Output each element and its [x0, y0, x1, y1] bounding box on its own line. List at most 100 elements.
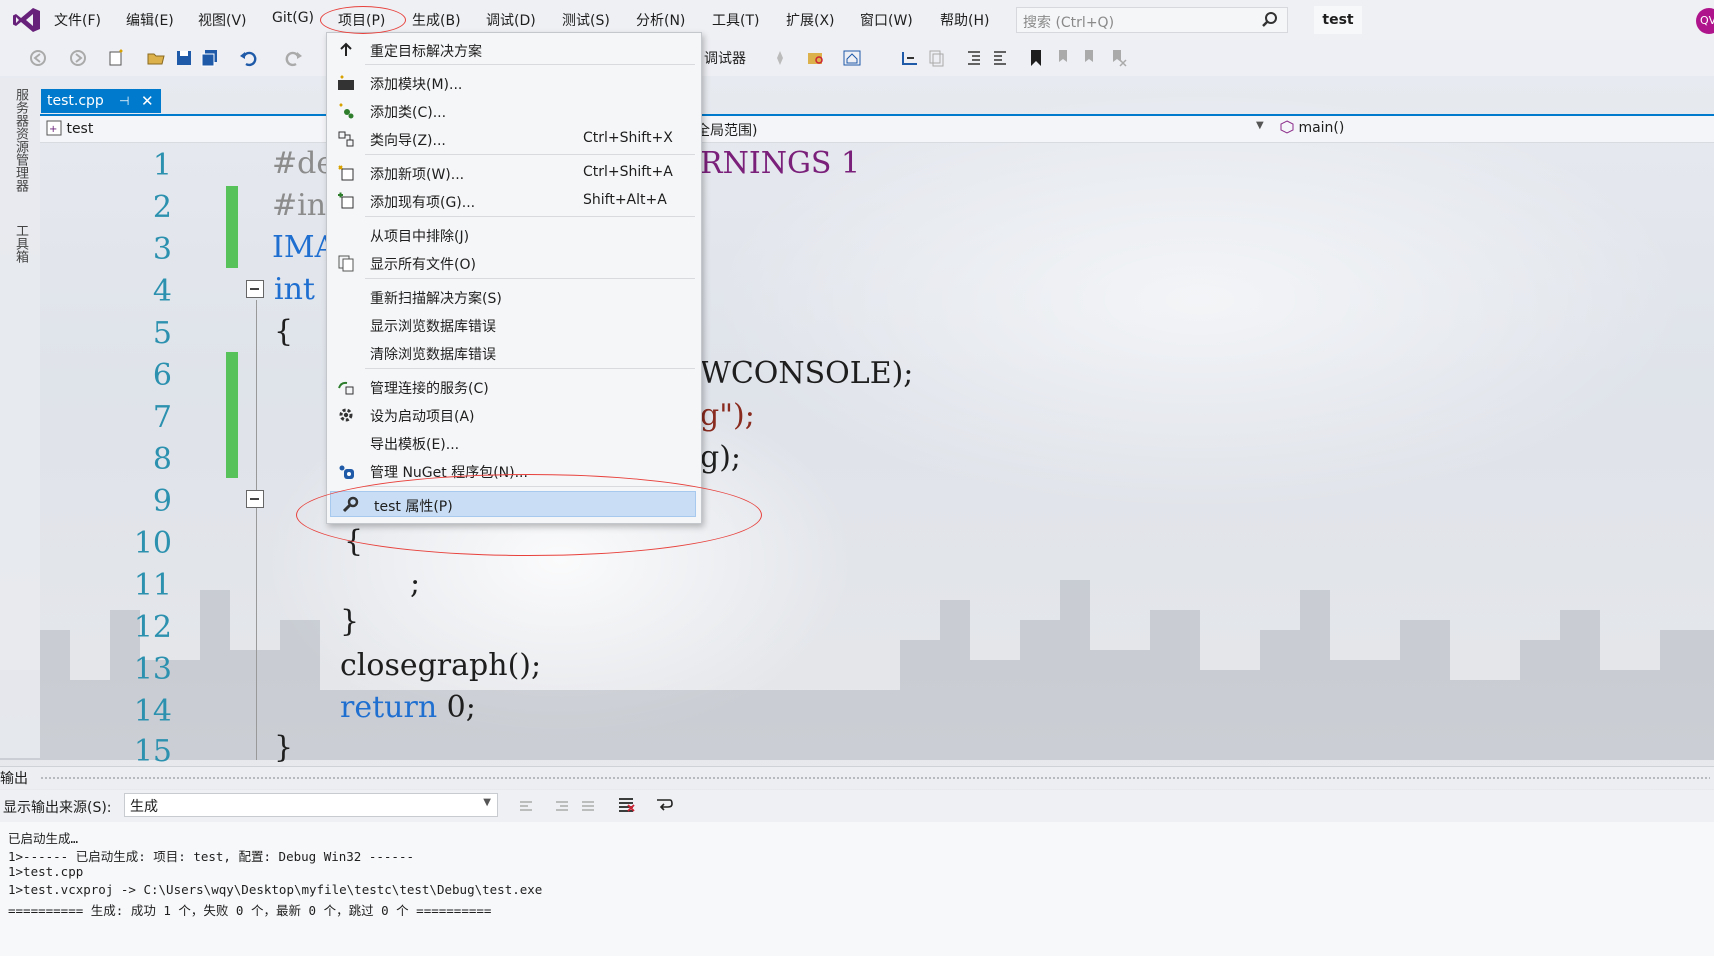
code-line-14[interactable]: return 0; [340, 690, 476, 725]
nuget-icon [339, 465, 354, 479]
menu-separator [365, 368, 695, 369]
redo-icon[interactable] [284, 48, 304, 68]
attach-icon[interactable] [770, 48, 790, 68]
menu-item-add-class[interactable]: 添加类(C)... [327, 98, 699, 124]
global-scope-dropdown[interactable]: 全局范围) [696, 120, 757, 140]
menu-item-add-existing-item[interactable]: 添加现有项(G)... Shift+Alt+A [327, 188, 699, 214]
code-line-12[interactable]: } [340, 604, 359, 639]
menu-item-show-all-files[interactable]: 显示所有文件(O) [327, 250, 699, 276]
line-number: 7 [152, 400, 172, 435]
open-folder-icon[interactable] [146, 48, 166, 68]
tab-toolbox[interactable]: 工具箱 [12, 224, 28, 263]
line-number: 13 [133, 652, 172, 687]
outdent-icon[interactable] [990, 48, 1010, 68]
indent-icon[interactable] [964, 48, 984, 68]
bookmark-icon[interactable] [1026, 48, 1046, 68]
menu-window[interactable]: 窗口(W) [860, 10, 913, 30]
menu-help[interactable]: 帮助(H) [940, 10, 989, 30]
code-line-11[interactable]: ; [410, 566, 420, 601]
forward-icon[interactable] [68, 48, 88, 68]
menu-item-retarget-solution[interactable]: 重定目标解决方案 [327, 37, 699, 63]
copy-icon[interactable] [926, 48, 946, 68]
menu-item-add-module[interactable]: 添加模块(M)... [327, 70, 699, 96]
close-icon[interactable]: ✕ [141, 89, 154, 113]
menu-separator [365, 154, 695, 155]
menu-view[interactable]: 视图(V) [198, 10, 247, 30]
menu-git[interactable]: Git(G) [272, 10, 314, 26]
save-icon[interactable] [174, 48, 194, 68]
menu-item-add-new-item[interactable]: 添加新项(W)... Ctrl+Shift+A [327, 160, 699, 186]
menu-item-label: 添加类(C)... [370, 105, 447, 121]
menu-file[interactable]: 文件(F) [54, 10, 101, 30]
arrow-up-icon [340, 42, 352, 56]
clear-all-icon[interactable] [616, 795, 636, 815]
menu-item-show-browse-db-errors[interactable]: 显示浏览数据库错误 [327, 312, 699, 338]
word-wrap-icon[interactable] [654, 795, 674, 815]
code-line-15[interactable]: } [274, 730, 293, 765]
menu-item-class-wizard[interactable]: 类向导(Z)... Ctrl+Shift+X [327, 126, 699, 152]
menu-bar [0, 0, 1714, 40]
code-line-1-tail[interactable]: RNINGS 1 [700, 146, 860, 181]
collapse-icon[interactable] [246, 490, 264, 508]
menu-item-label: 重定目标解决方案 [370, 44, 482, 60]
step-icon[interactable] [900, 48, 920, 68]
change-indicator [226, 186, 238, 268]
menu-item-rescan-solution[interactable]: 重新扫描解决方案(S) [327, 284, 699, 310]
menu-build[interactable]: 生成(B) [412, 10, 461, 30]
save-all-icon[interactable] [200, 48, 220, 68]
code-line-6-tail[interactable]: WCONSOLE); [700, 356, 913, 391]
menu-item-export-template[interactable]: 导出模板(E)... [327, 430, 699, 456]
back-icon[interactable] [28, 48, 48, 68]
debugger-dropdown[interactable]: 调试器 [704, 48, 746, 68]
next-message-icon[interactable] [552, 796, 572, 816]
line-number: 8 [152, 442, 172, 477]
tab-test-cpp[interactable]: test.cpp ⊣ ✕ [41, 89, 161, 113]
code-line-5[interactable]: { [274, 314, 293, 349]
code-line-2[interactable]: #in [272, 188, 326, 223]
search-placeholder: 搜索 (Ctrl+Q) [1023, 15, 1115, 31]
project-name-badge[interactable]: test [1314, 6, 1362, 34]
prev-bookmark-icon[interactable] [1054, 48, 1074, 68]
menu-item-exclude-from-project[interactable]: 从项目中排除(J) [327, 222, 699, 248]
menu-item-clear-browse-db-errors[interactable]: 清除浏览数据库错误 [327, 340, 699, 366]
clear-bookmarks-icon[interactable] [1108, 48, 1128, 68]
goto-message-icon[interactable] [578, 796, 598, 816]
prev-message-icon[interactable] [516, 796, 536, 816]
code-line-13[interactable]: closegraph(); [340, 648, 541, 683]
document-tab-strip [40, 88, 1714, 116]
line-number: 15 [133, 734, 172, 769]
menu-item-label: 清除浏览数据库错误 [370, 347, 496, 363]
fold-guide [256, 300, 257, 760]
code-line-1[interactable]: #de [272, 146, 334, 181]
find-in-files-icon[interactable] [806, 48, 826, 68]
code-line-7-tail[interactable]: g"); [700, 398, 755, 433]
home-icon[interactable] [842, 48, 862, 68]
output-panel-title[interactable]: 输出 [0, 768, 28, 788]
add-module-icon [338, 75, 354, 90]
output-source-select[interactable]: 生成 ▼ [124, 793, 498, 817]
undo-icon[interactable] [238, 48, 258, 68]
menu-extensions[interactable]: 扩展(X) [786, 10, 835, 30]
function-dropdown[interactable]: main() [1280, 120, 1344, 136]
collapse-icon[interactable] [246, 280, 264, 298]
tab-server-explorer[interactable]: 服务器资源管理器 [12, 88, 28, 192]
search-input[interactable]: 搜索 (Ctrl+Q) [1016, 7, 1288, 33]
menu-item-set-startup-project[interactable]: 设为启动项目(A) [327, 402, 699, 428]
code-line-4[interactable]: int [274, 272, 315, 307]
panel-grip[interactable] [40, 776, 1710, 780]
new-project-icon[interactable] [106, 48, 126, 68]
pin-icon[interactable]: ⊣ [119, 89, 129, 113]
menu-tools[interactable]: 工具(T) [712, 10, 759, 30]
menu-item-connected-services[interactable]: 管理连接的服务(C) [327, 374, 699, 400]
menu-item-shortcut: Ctrl+Shift+X [583, 130, 673, 146]
project-scope-dropdown[interactable]: + test [46, 120, 93, 137]
next-bookmark-icon[interactable] [1080, 48, 1100, 68]
menu-test[interactable]: 测试(S) [562, 10, 610, 30]
search-icon[interactable] [1261, 11, 1279, 29]
menu-analyze[interactable]: 分析(N) [636, 10, 685, 30]
chevron-down-icon[interactable]: ▼ [1256, 120, 1264, 131]
menu-debug[interactable]: 调试(D) [486, 10, 536, 30]
menu-edit[interactable]: 编辑(E) [126, 10, 174, 30]
annotation-circle-project-menu [320, 6, 406, 34]
code-line-8-tail[interactable]: g); [700, 440, 741, 475]
